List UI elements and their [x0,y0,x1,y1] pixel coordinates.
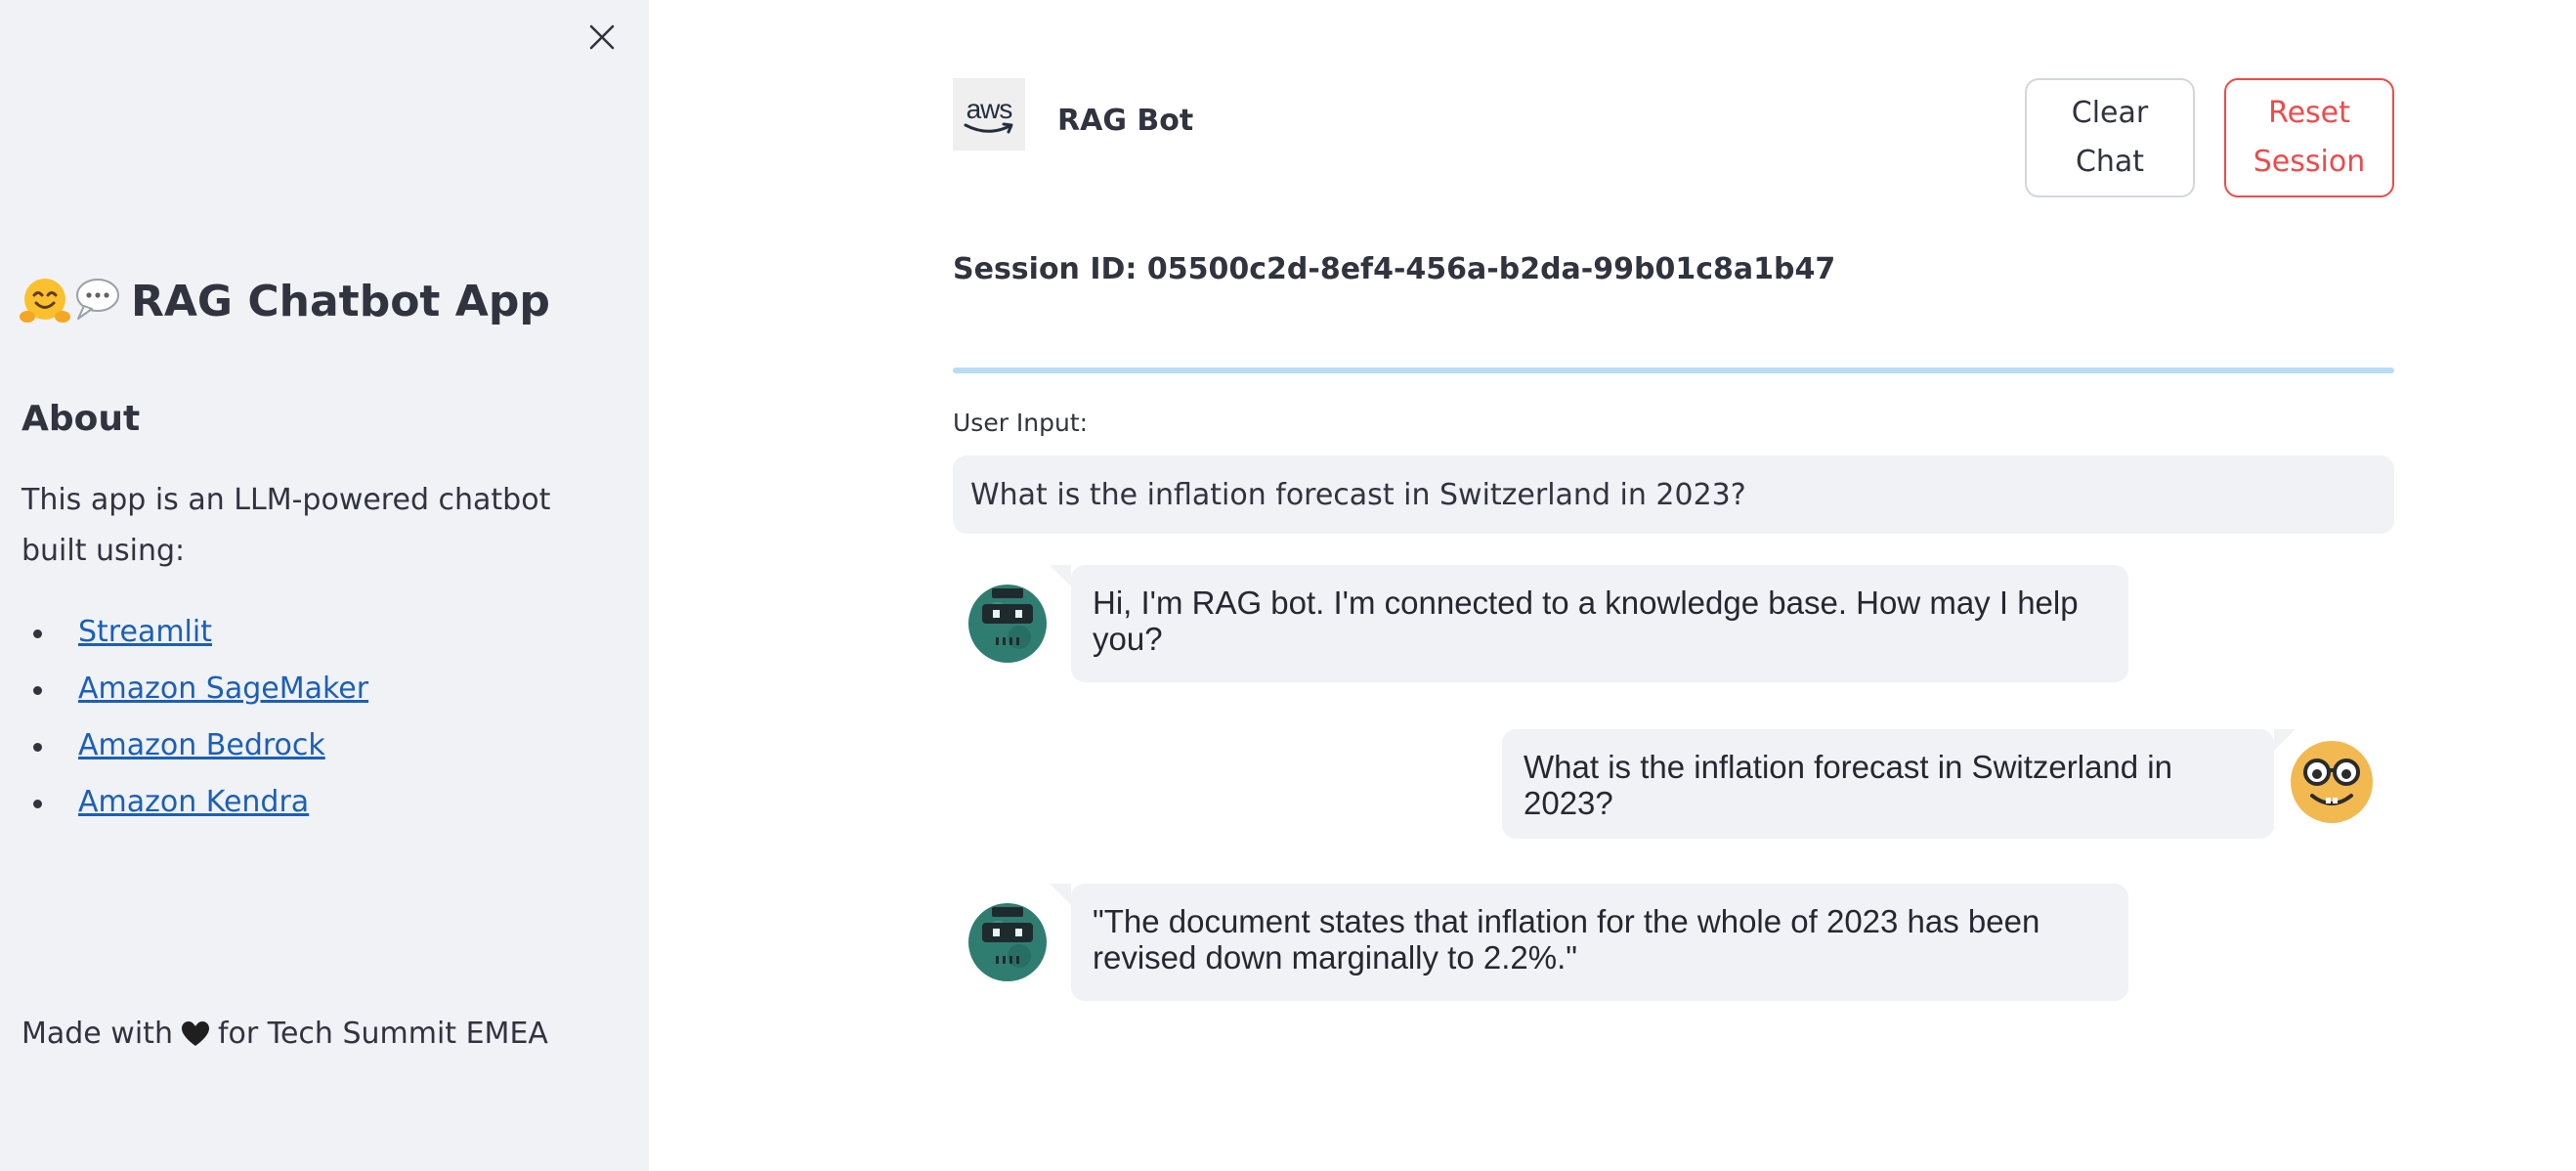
user-input-label: User Input: [953,409,1089,437]
tech-links-list: Streamlit Amazon SageMaker Amazon Bedroc… [21,604,368,831]
app-title: RAG Bot [1057,104,1194,138]
list-item: Amazon Kendra [21,774,368,831]
divider [953,368,2394,373]
aws-logo: aws [953,78,1025,151]
close-icon [589,24,615,50]
app-root: RAG Chatbot App About This app is an LLM… [0,0,2576,1171]
sidebar-title: RAG Chatbot App [20,276,550,326]
about-heading: About [21,399,141,439]
user-message: What is the inflation forecast in Switze… [1502,729,2296,839]
nerd-face-avatar-icon [2291,741,2373,823]
sidebar-title-text: RAG Chatbot App [131,276,550,326]
aws-logo-text: aws [966,94,1013,124]
user-input-field[interactable] [953,455,2394,534]
list-item: Amazon SageMaker [21,661,368,717]
bot-message-text: Hi, I'm RAG bot. I'm connected to a know… [1093,585,2079,657]
bot-message: "The document states that inflation for … [1050,884,2128,1001]
bot-message-text: "The document states that inflation for … [1093,903,2040,976]
reset-session-label: Reset Session [2253,96,2366,179]
clear-chat-label: Clear Chat [2071,96,2149,179]
hugging-face-emoji-icon [20,279,70,323]
link-amazon-kendra[interactable]: Amazon Kendra [78,785,309,819]
list-item: Streamlit [21,604,368,661]
list-item: Amazon Bedrock [21,717,368,774]
title-emojis [20,276,121,326]
bot-message: Hi, I'm RAG bot. I'm connected to a know… [1050,565,2128,682]
robot-avatar-icon [968,903,1047,981]
sidebar: RAG Chatbot App About This app is an LLM… [0,0,649,1171]
reset-session-button[interactable]: Reset Session [2224,78,2394,197]
user-message-text: What is the inflation forecast in Switze… [1524,749,2172,821]
aws-smile-icon [964,122,1013,134]
link-streamlit[interactable]: Streamlit [78,615,212,649]
footer-prefix: Made with [21,1017,173,1051]
close-sidebar-button[interactable] [582,18,622,57]
main-content: aws RAG Bot Clear Chat Reset Session Ses… [649,0,2576,1171]
sidebar-footer: Made with for Tech Summit EMEA [21,1017,548,1051]
footer-suffix: for Tech Summit EMEA [217,1017,548,1051]
about-description: This app is an LLM-powered chatbot built… [21,483,551,568]
session-id: Session ID: 05500c2d-8ef4-456a-b2da-99b0… [953,252,1836,286]
clear-chat-button[interactable]: Clear Chat [2025,78,2195,197]
speech-bubble-emoji-icon [76,279,119,320]
link-amazon-sagemaker[interactable]: Amazon SageMaker [78,672,368,706]
link-amazon-bedrock[interactable]: Amazon Bedrock [78,728,325,762]
robot-avatar-icon [968,585,1047,663]
heart-icon [181,1020,209,1046]
